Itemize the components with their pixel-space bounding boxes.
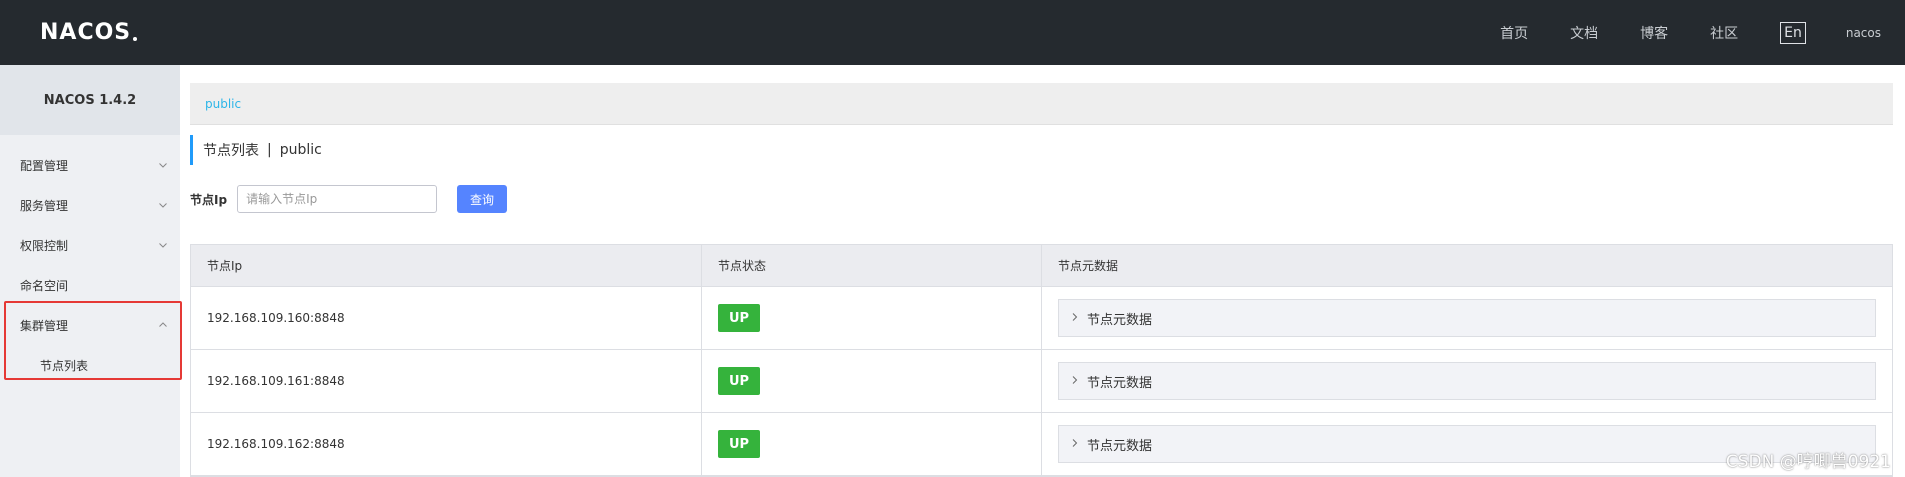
node-ip-cell: 192.168.109.161:8848 [191,350,702,412]
status-badge: UP [718,367,760,395]
page-title: 节点列表 | public [190,135,322,165]
nav-home[interactable]: 首页 [1500,23,1528,43]
language-toggle[interactable]: En [1780,21,1806,44]
namespace-bar: public [190,83,1893,125]
chevron-down-icon [158,200,168,210]
page-title-namespace: public [279,142,322,158]
metadata-label: 节点元数据 [1087,438,1153,454]
sidebar-item-service[interactable]: 服务管理 [0,185,180,225]
query-button[interactable]: 查询 [457,185,508,213]
node-status-cell: UP [702,413,1042,475]
sidebar-item-namespace[interactable]: 命名空间 [0,265,180,305]
namespace-tab-public[interactable]: public [205,97,241,111]
metadata-label: 节点元数据 [1087,375,1153,391]
sidebar-item-label: 权限控制 [20,238,69,253]
table-header: 节点Ip 节点状态 节点元数据 [191,245,1892,287]
title-separator: | [267,142,272,158]
status-badge: UP [718,304,760,332]
sidebar-item-config[interactable]: 配置管理 [0,145,180,185]
node-status-cell: UP [702,287,1042,349]
user-menu[interactable]: nacos [1846,26,1881,40]
logo-dot [133,37,138,41]
sidebar-title: NACOS 1.4.2 [0,65,180,135]
chevron-right-icon [1071,437,1079,452]
main-content: public 节点列表 | public 节点Ip 查询 节点Ip 节点状态 节… [190,83,1893,477]
chevron-down-icon [158,160,168,170]
chevron-right-icon [1071,311,1079,326]
sidebar-subitem-label: 节点列表 [40,358,89,373]
csdn-watermark: CSDN @哼唧兽0921 [1725,452,1891,472]
table-row: 192.168.109.160:8848 UP 节点元数据 [191,287,1892,350]
nacos-logo[interactable]: NACOS [40,19,138,45]
sidebar-item-label: 集群管理 [20,318,69,333]
node-ip-label: 节点Ip [190,192,228,207]
chevron-down-icon [158,240,168,250]
node-ip-cell: 192.168.109.160:8848 [191,287,702,349]
column-header-node-status: 节点状态 [702,245,1042,286]
sidebar-item-label: 服务管理 [20,198,69,213]
sidebar-item-auth[interactable]: 权限控制 [0,225,180,265]
sidebar: NACOS 1.4.2 配置管理 服务管理 权限控制 命名空间 集群管理 节点列… [0,65,180,477]
node-metadata-cell: 节点元数据 [1042,287,1892,349]
node-ip-cell: 192.168.109.162:8848 [191,413,702,475]
status-badge: UP [718,430,760,458]
top-header: NACOS 首页 文档 博客 社区 En nacos [0,0,1905,65]
search-row: 节点Ip 查询 [190,185,508,213]
top-nav: 首页 文档 博客 社区 En nacos [1500,0,1885,65]
node-ip-input[interactable] [237,185,438,213]
sidebar-item-cluster[interactable]: 集群管理 [0,305,180,345]
node-metadata-cell: 节点元数据 [1042,350,1892,412]
chevron-up-icon [158,320,168,330]
nav-docs[interactable]: 文档 [1570,23,1598,43]
metadata-collapse[interactable]: 节点元数据 [1058,299,1876,337]
metadata-label: 节点元数据 [1087,312,1153,328]
logo-text: NACOS [40,19,132,45]
table-row: 192.168.109.162:8848 UP 节点元数据 [191,413,1892,476]
table-row: 192.168.109.161:8848 UP 节点元数据 [191,350,1892,413]
sidebar-item-label: 命名空间 [20,278,69,293]
sidebar-item-label: 配置管理 [20,158,69,173]
nav-blog[interactable]: 博客 [1640,23,1668,43]
chevron-right-icon [1071,374,1079,389]
column-header-node-ip: 节点Ip [191,245,702,286]
column-header-node-metadata: 节点元数据 [1058,259,1119,273]
node-status-cell: UP [702,350,1042,412]
nav-community[interactable]: 社区 [1710,23,1738,43]
metadata-collapse[interactable]: 节点元数据 [1058,362,1876,400]
node-table: 节点Ip 节点状态 节点元数据 192.168.109.160:8848 UP … [190,244,1893,477]
page-title-text: 节点列表 [203,143,259,159]
sidebar-subitem-node-list[interactable]: 节点列表 [0,345,180,385]
